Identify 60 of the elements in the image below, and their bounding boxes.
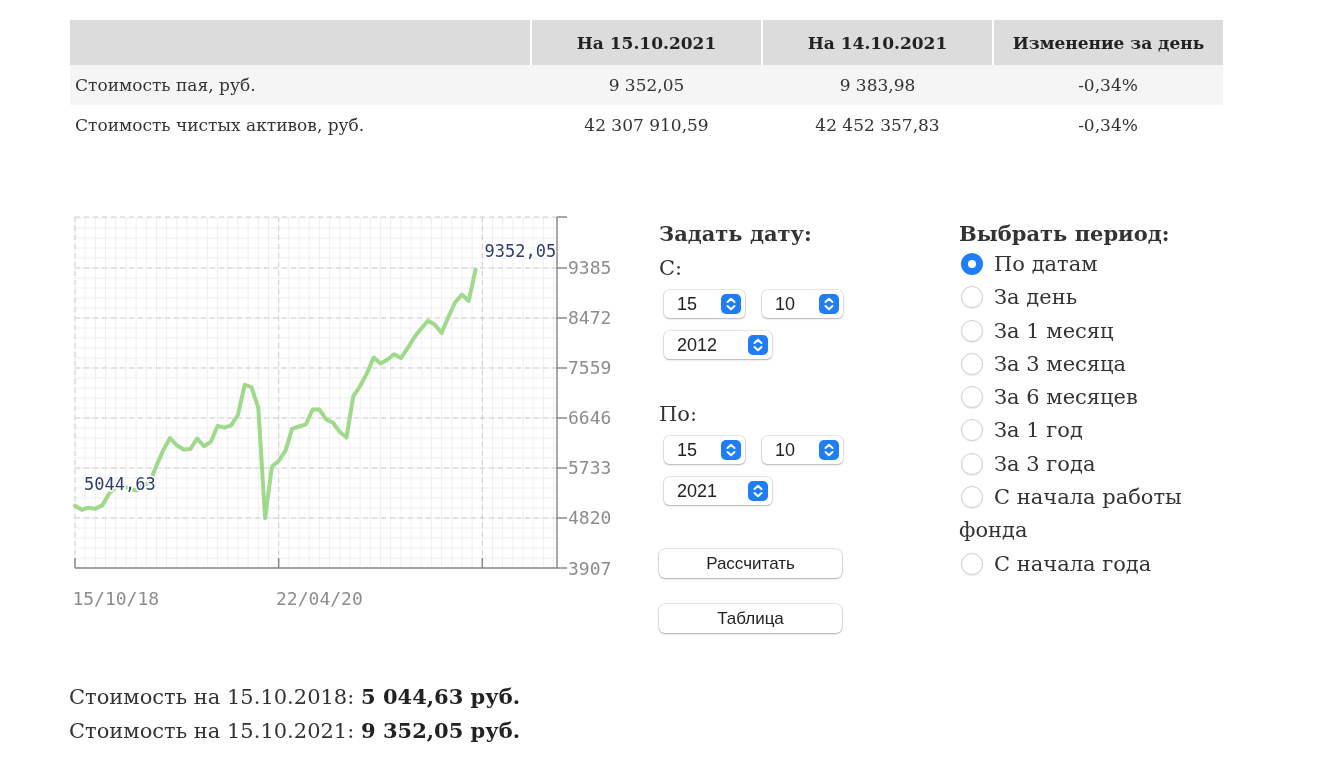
action-button[interactable]: Рассчитать bbox=[659, 549, 842, 578]
value-label: 9352,05 bbox=[484, 240, 557, 261]
value-label: 5044,63 bbox=[84, 473, 156, 494]
radio-button[interactable] bbox=[961, 486, 983, 509]
summary-text: Стоимость на 15.10.2021: 9 352,05 руб. bbox=[69, 717, 521, 745]
axis-label: 22/04/20 bbox=[276, 588, 363, 609]
field-label: По: bbox=[659, 401, 698, 428]
table-cell: 42 307 910,59 bbox=[531, 105, 762, 145]
radio-option[interactable]: С начала года bbox=[959, 547, 1209, 581]
table-cell: 9 383,98 bbox=[762, 65, 993, 105]
dropdown[interactable]: 2021 bbox=[664, 477, 772, 505]
radio-option[interactable]: За 3 года bbox=[959, 447, 1209, 482]
radio-button[interactable] bbox=[961, 386, 983, 409]
axis-label: 7559 bbox=[568, 357, 612, 379]
form-title: Задать дату: bbox=[659, 220, 812, 248]
dropdown[interactable]: 15 bbox=[664, 436, 745, 464]
dropdown[interactable]: 2012 bbox=[664, 331, 772, 359]
dropdown[interactable]: 10 bbox=[762, 290, 843, 318]
radio-option[interactable]: По датам bbox=[959, 248, 1209, 282]
summary-text: Стоимость на 15.10.2018: 5 044,63 руб. bbox=[69, 683, 521, 711]
radio-button[interactable] bbox=[961, 452, 983, 475]
axis-label: 15/10/18 bbox=[72, 588, 160, 609]
radio-option[interactable]: За 3 месяца bbox=[959, 347, 1209, 382]
stepper-icon bbox=[819, 294, 839, 314]
radio-button[interactable] bbox=[961, 286, 983, 309]
axis-label: 9385 bbox=[568, 257, 612, 279]
field-label: С: bbox=[659, 255, 683, 282]
column-header: На 15.10.2021 bbox=[531, 20, 762, 65]
radio-option[interactable]: С начала работы фонда bbox=[959, 481, 1209, 548]
row-label: Стоимость пая, руб. bbox=[70, 65, 531, 105]
radio-button[interactable] bbox=[961, 352, 983, 375]
radio-option[interactable]: За день bbox=[959, 281, 1209, 315]
stepper-icon bbox=[819, 440, 839, 460]
stepper-icon bbox=[721, 440, 741, 460]
stepper-icon bbox=[748, 481, 768, 501]
dropdown[interactable]: 15 bbox=[664, 290, 745, 318]
radio-button[interactable] bbox=[961, 552, 983, 575]
column-header: Изменение за день bbox=[993, 20, 1223, 65]
radio-button[interactable] bbox=[961, 419, 983, 442]
axis-label: 4820 bbox=[568, 507, 612, 529]
column-header: На 14.10.2021 bbox=[762, 20, 993, 65]
radio-button[interactable] bbox=[961, 253, 983, 275]
radio-option[interactable]: За 1 год bbox=[959, 414, 1209, 448]
axis-label: 6646 bbox=[568, 407, 612, 429]
action-button[interactable]: Таблица bbox=[659, 604, 842, 633]
stepper-icon bbox=[748, 335, 768, 355]
radio-option[interactable]: За 1 месяц bbox=[959, 314, 1209, 348]
dropdown[interactable]: 10 bbox=[762, 436, 843, 464]
table-cell: -0,34% bbox=[993, 105, 1223, 145]
stepper-icon bbox=[721, 294, 741, 314]
row-label: Стоимость чистых активов, руб. bbox=[70, 105, 531, 145]
radio-option[interactable]: За 6 месяцев bbox=[959, 381, 1209, 415]
table-cell: 42 452 357,83 bbox=[762, 105, 993, 145]
axis-label: 3907 bbox=[568, 557, 612, 579]
axis-label: 5733 bbox=[568, 457, 612, 479]
table-cell: -0,34% bbox=[993, 65, 1223, 105]
axis-label: 8472 bbox=[568, 307, 612, 329]
form-title: Выбрать период: bbox=[959, 220, 1170, 248]
table-cell: 9 352,05 bbox=[531, 65, 762, 105]
radio-button[interactable] bbox=[961, 319, 983, 342]
